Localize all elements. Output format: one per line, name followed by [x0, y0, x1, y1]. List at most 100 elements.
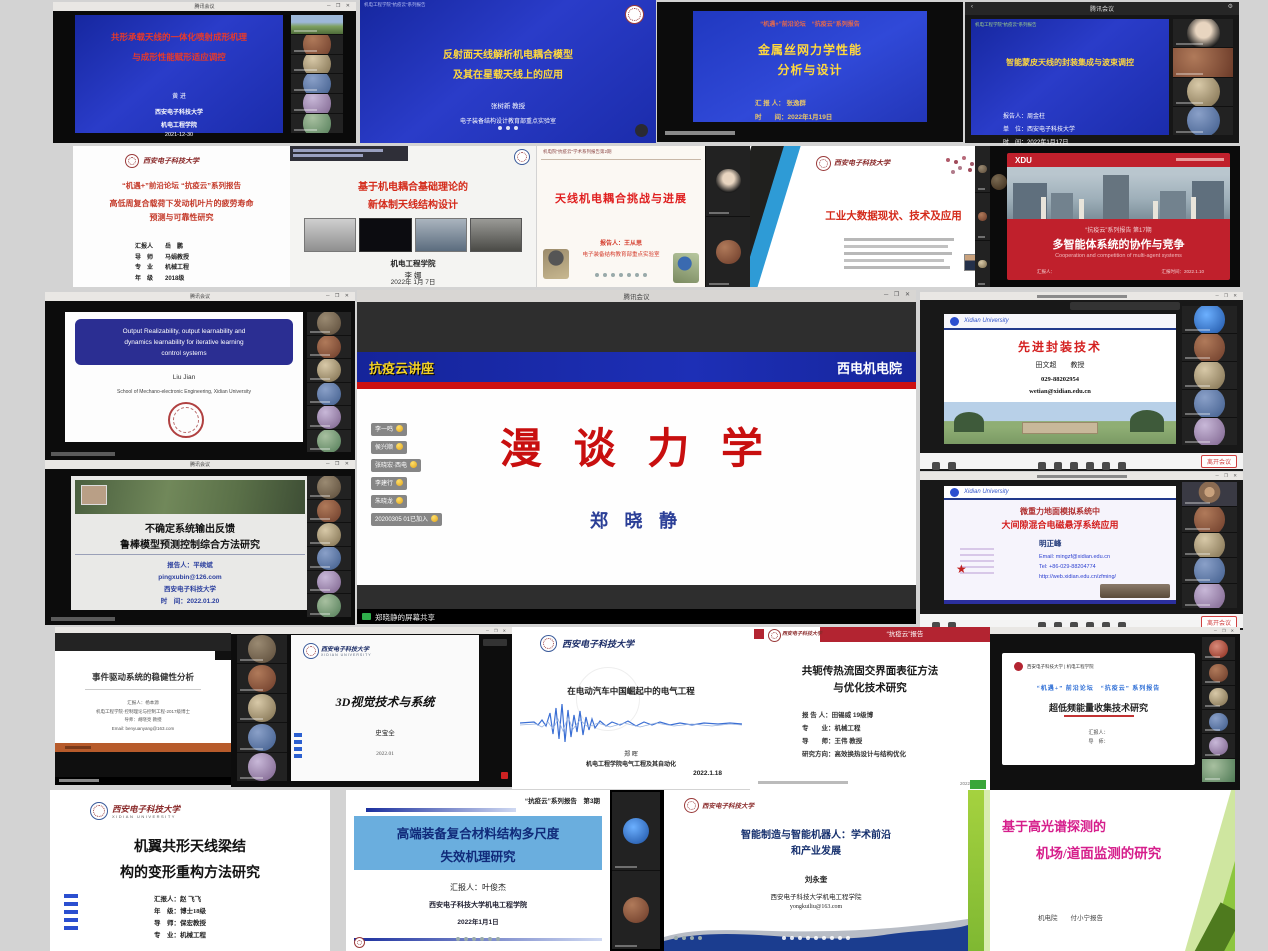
participant-list[interactable]	[307, 476, 351, 617]
back-icon[interactable]: ‹	[971, 4, 973, 10]
green-band	[968, 790, 984, 951]
slide-r4a: 事件驱动系统的稳健性分析 汇报人：杨本源 机电工程学院·控制理论与控制工程-20…	[55, 651, 231, 743]
slide-title: 3D视觉技术与系统	[291, 693, 479, 710]
window-title: 腾讯会议	[1090, 4, 1114, 13]
mic-icon[interactable]	[635, 124, 648, 137]
leave-meeting-button[interactable]: 离开会议	[1201, 455, 1237, 468]
window-controls[interactable]: ─ ❐ ✕	[326, 461, 351, 467]
author: 郑 晖	[512, 749, 750, 758]
org: School of Mechano-electronic Engineering…	[65, 389, 303, 395]
window-controls[interactable]: ─ ❐ ✕	[884, 291, 912, 298]
participant-list[interactable]	[706, 146, 751, 287]
participant-list[interactable]	[1202, 637, 1235, 782]
school-logo-icon	[950, 317, 959, 326]
window-controls[interactable]: ─ ❐ ✕	[1214, 628, 1236, 633]
slide-title2: 大间隙混合电磁悬浮系统应用	[944, 518, 1176, 531]
participant-list[interactable]	[307, 312, 351, 452]
slide-title: 智能制造与智能机器人：学术前沿	[664, 826, 968, 841]
website-link[interactable]: http://web.xidian.edu.cn/zfming/	[1039, 572, 1116, 582]
corner-notch	[215, 651, 231, 660]
window-titlebar: 腾讯会议 ─ ❐ ✕	[357, 290, 916, 302]
window-r3a: 腾讯会议 ─ ❐ ✕ Output Realizability, output …	[45, 292, 355, 460]
banner-pole	[1153, 201, 1158, 219]
title-box: Output Realizability, output learnabilit…	[75, 319, 293, 365]
campus-photo	[1007, 167, 1230, 219]
presenter-block: 报 告 人：田锡威 19级博 专 业：机械工程 导 师：王伟 教授 研究方向：高…	[802, 709, 906, 761]
meeting-toolbar[interactable]: 离开会议	[920, 453, 1243, 469]
participant-list[interactable]	[1182, 482, 1237, 608]
slide-title: 共形承载天线的一体化喷射成形机理	[75, 31, 283, 43]
meeting-toolbar[interactable]: 离开会议	[920, 614, 1243, 628]
slide-title: 工业大数据现状、技术及应用	[805, 208, 982, 223]
window-titlebar: 腾讯会议 ─ ❐ ✕	[45, 292, 355, 301]
window-r3e: ─ ❐ ✕ Xidian University 微重力地面模拟系统中 大间隙混合…	[920, 472, 1243, 630]
window-r2e: XDU “抗疫云”系列报告 第17期 多智能体系统的协作与竞争 Cooperat…	[990, 146, 1240, 287]
header-text-blur	[1176, 158, 1224, 161]
corner-note: 机电工程学院“抗疫云”系列报告	[975, 22, 1037, 28]
slide-title: 基于机电耦合基础理论的	[290, 178, 536, 193]
title-line: 高端装备复合材料结构多尺度	[354, 823, 602, 842]
series-band: “抗疫云”报告	[820, 627, 990, 642]
window-controls[interactable]: ─ ❐ ✕	[327, 3, 352, 9]
stamp-photo	[81, 485, 107, 505]
statusbar	[55, 777, 231, 785]
title-line: Output Realizability, output learnabilit…	[75, 326, 293, 337]
window-r3b: 腾讯会议 ─ ❐ ✕ 不确定系统输出反馈 鲁棒模型预测控制综合方法研究 报告人：…	[45, 460, 355, 625]
tab-text-blur	[1037, 295, 1127, 298]
record-badge	[501, 772, 508, 779]
settings-icon[interactable]: ⚙	[1228, 3, 1235, 10]
participant-list[interactable]	[237, 635, 287, 781]
slide-title2: 与优化技术研究	[750, 680, 990, 695]
line: Email: benyuanyang@163.com	[55, 725, 231, 734]
window-controls[interactable]: ─ ❐ ✕	[326, 293, 351, 299]
banner-pole	[1041, 197, 1046, 219]
window-r2d: 西安电子科技大学 工业大数据现状、技术及应用	[750, 146, 990, 287]
participant-list[interactable]	[1173, 19, 1233, 135]
slide-title: 金属丝网力学性能	[693, 41, 927, 58]
banner-pole	[1079, 199, 1084, 219]
school-logo-icon	[514, 149, 530, 165]
line: 导 师：保宏教授	[154, 918, 206, 930]
school-logo-icon	[540, 635, 557, 652]
blue-tabs	[64, 894, 78, 930]
window-r3c-main: 腾讯会议 ─ ❐ ✕ 抗疫云讲座 西电机电院 李一鸣 侯兴顺 张晓宏·西电 李建…	[357, 290, 916, 624]
series: “机遇+”前沿论坛 “抗疫云”系列报告	[73, 180, 290, 191]
building-tower	[1103, 175, 1129, 219]
slide-title: 先进封装技术	[944, 338, 1176, 355]
participant-list[interactable]	[1182, 306, 1237, 445]
slide-title: 机翼共形天线梁结	[50, 836, 330, 856]
window-r1d: ‹ 腾讯会议 ⚙ 机电工程学院“抗疫云”系列报告 智能蒙皮天线的封装集成与波束调…	[965, 2, 1239, 143]
aerial-photo	[75, 480, 305, 514]
series: 机电院“抗疫云”学术系列报告第2期	[543, 149, 612, 155]
series: “抗疫云”系列报告 第3期	[525, 795, 600, 805]
org: 西安电子科技大学	[75, 107, 283, 116]
school-logotype: 西安电子科技大学	[834, 158, 890, 168]
floating-tab[interactable]	[1070, 302, 1180, 310]
title-line2: 失效机理研究	[354, 846, 602, 865]
email: yongkuiliu@163.com	[664, 904, 968, 910]
title-box: 高端装备复合材料结构多尺度 失效机理研究	[354, 816, 602, 870]
window-controls[interactable]: ─ ❐ ✕	[486, 628, 508, 633]
corner-note: 机电工程学院“抗疫云”系列报告	[364, 2, 426, 8]
red-stripe	[357, 382, 916, 389]
line: 专 业：机械工程	[802, 722, 906, 735]
participant-list[interactable]	[975, 146, 990, 287]
window-controls[interactable]: ─ ❐ ✕	[1216, 473, 1240, 479]
slide-header: Xidian University	[944, 486, 1176, 500]
school-logo-icon	[816, 156, 831, 171]
school-logo-icon	[125, 154, 139, 168]
share-label: 郑晓静的屏幕共享	[375, 612, 435, 623]
window-controls[interactable]: ─ ❐ ✕	[1216, 293, 1240, 299]
university-seal-icon	[168, 402, 204, 438]
participant-list[interactable]	[291, 15, 343, 133]
school-logotype: 西安电子科技大学 | 机电工程学院	[1027, 664, 1094, 670]
author: 郑 晓 静	[357, 507, 916, 533]
date: 2022.01	[291, 751, 479, 757]
email: wetian@xidian.edu.cn	[944, 388, 1176, 395]
participant-list[interactable]	[612, 792, 660, 949]
slide-dots	[360, 119, 656, 137]
window-titlebar: ─ ❐ ✕	[920, 472, 1243, 480]
slide-title: 高低周复合载荷下发动机叶片的疲劳寿命	[73, 198, 290, 209]
thumbs-up-icon	[396, 497, 403, 504]
window-r4e: ─ ❐ ✕ 西安电子科技大学 | 机电工程学院 “机遇+” 前沿论坛 “抗疫云”…	[990, 627, 1240, 790]
